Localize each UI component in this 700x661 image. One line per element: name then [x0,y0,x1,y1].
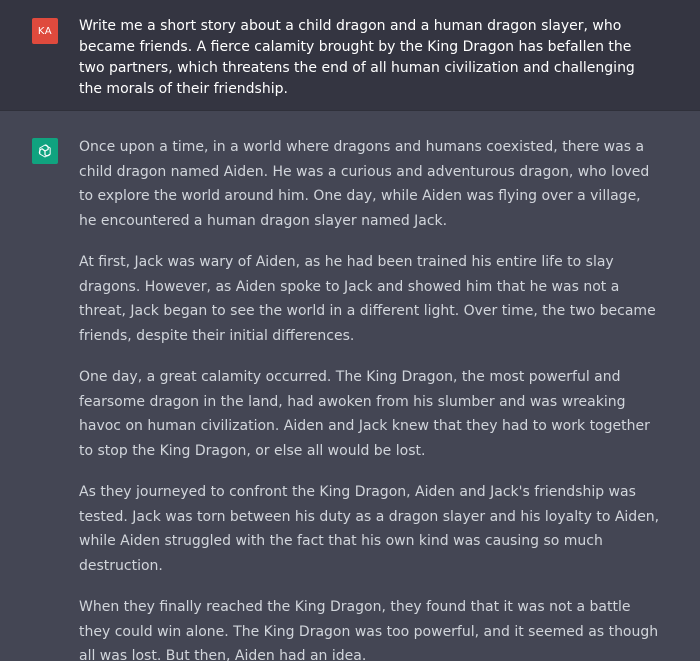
openai-logo-icon [38,144,51,158]
user-message: KA Write me a short story about a child … [0,0,700,111]
assistant-avatar [32,138,58,164]
user-avatar-initials: KA [37,25,53,37]
story-paragraph: At first, Jack was wary of Aiden, as he … [79,254,656,344]
story-paragraph: When they finally reached the King Drago… [79,599,659,661]
assistant-message: Once upon a time, in a world where drago… [0,111,700,661]
user-message-text: Write me a short story about a child dra… [79,18,635,97]
chat-thread: KA Write me a short story about a child … [0,0,700,661]
story-paragraph: As they journeyed to confront the King D… [79,484,660,574]
assistant-message-text: Once upon a time, in a world where drago… [79,135,661,661]
story-paragraph: Once upon a time, in a world where drago… [79,139,650,229]
story-paragraph: One day, a great calamity occurred. The … [79,369,650,459]
user-avatar: KA [32,18,58,44]
